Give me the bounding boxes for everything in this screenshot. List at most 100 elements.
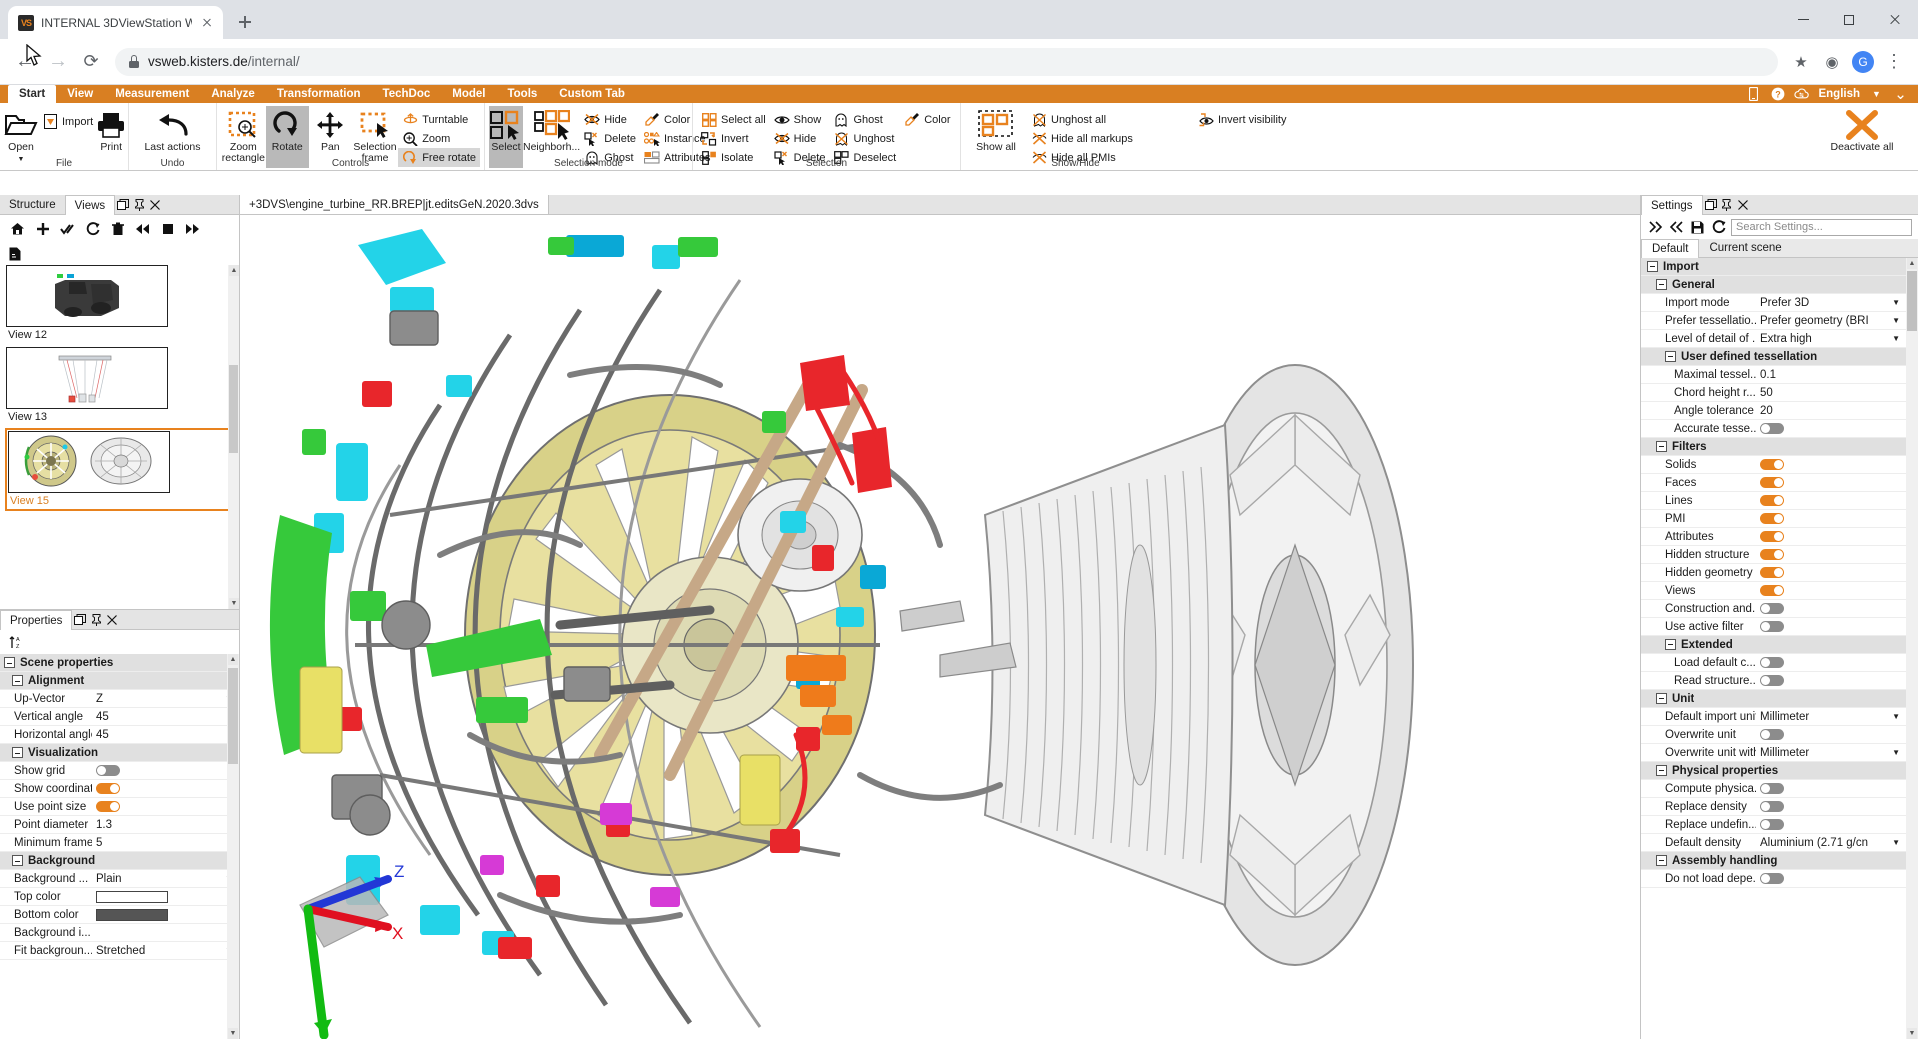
settings-group-row[interactable]: Unit <box>1641 690 1906 708</box>
tab-default[interactable]: Default <box>1641 239 1700 258</box>
prop-row-up-vector[interactable]: Up-Vector Z▼ <box>0 690 239 708</box>
prop-group[interactable]: Background <box>0 852 239 870</box>
collapse-icon[interactable] <box>1656 692 1667 704</box>
collapse-icon[interactable] <box>12 675 23 686</box>
settings-row[interactable]: Lines <box>1641 492 1906 510</box>
toggle-switch[interactable] <box>1760 549 1784 560</box>
help-icon[interactable]: ? <box>1770 87 1785 102</box>
toggle-switch[interactable] <box>1760 603 1784 614</box>
settings-row[interactable]: Solids <box>1641 456 1906 474</box>
settings-value[interactable] <box>1756 477 1906 488</box>
prop-value[interactable]: Plain▼ <box>92 873 239 885</box>
prop-value[interactable] <box>92 801 239 812</box>
pan-button[interactable]: Pan <box>309 106 352 153</box>
prop-group[interactable]: Scene properties <box>0 654 239 672</box>
settings-value[interactable]: 0.1 <box>1756 369 1906 381</box>
back-button[interactable]: ← <box>10 47 40 77</box>
prop-row-point-diameter[interactable]: Point diameter 1.3 <box>0 816 239 834</box>
selection-frame-button[interactable]: Selection frame <box>352 106 398 164</box>
tab-views[interactable]: Views <box>64 195 116 215</box>
settings-list[interactable]: Import General Import mode Prefer 3D ▼ Prefer… <box>1641 258 1918 1039</box>
prop-group[interactable]: Visualization <box>0 744 239 762</box>
prop-row-vertical-angle[interactable]: Vertical angle 45 <box>0 708 239 726</box>
properties-scrollbar[interactable]: ▲ ▼ <box>227 654 239 1039</box>
chevron-down-icon[interactable]: ▼ <box>1892 316 1900 325</box>
prop-value[interactable]: Z▼ <box>92 693 239 705</box>
collapse-icon[interactable] <box>4 657 15 668</box>
chrome-menu-icon[interactable]: ⋮ <box>1880 48 1908 76</box>
close-icon[interactable] <box>104 610 120 629</box>
settings-row[interactable]: Default density Aluminium (2.71 g/cn ▼ <box>1641 834 1906 852</box>
tab-settings[interactable]: Settings <box>1641 195 1703 215</box>
close-icon[interactable] <box>199 15 215 31</box>
collapse-all-icon[interactable] <box>1668 219 1685 236</box>
scroll-thumb[interactable] <box>228 668 238 764</box>
settings-row[interactable]: Level of detail of ... Extra high ▼ <box>1641 330 1906 348</box>
toggle-switch[interactable] <box>1760 729 1784 740</box>
toggle-switch[interactable] <box>1760 495 1784 506</box>
zoom-rectangle-button[interactable]: Zoom rectangle <box>221 106 266 164</box>
collapse-icon[interactable] <box>1656 764 1667 776</box>
settings-group-row[interactable]: Extended <box>1641 636 1906 654</box>
select-all-button[interactable]: Select all <box>697 110 770 129</box>
collapse-icon[interactable] <box>12 747 23 758</box>
prop-value[interactable]: 1.3 <box>92 819 239 831</box>
settings-value[interactable]: Aluminium (2.71 g/cn ▼ <box>1756 837 1906 849</box>
settings-value[interactable]: Millimeter ▼ <box>1756 711 1906 723</box>
bookmark-star-icon[interactable]: ★ <box>1787 48 1815 76</box>
close-icon[interactable] <box>147 195 163 214</box>
scroll-up-icon[interactable]: ▲ <box>1907 258 1917 269</box>
prop-row-show-coordinate[interactable]: Show coordinate... <box>0 780 239 798</box>
add-icon[interactable] <box>30 217 55 241</box>
ribbon-tab-view[interactable]: View <box>56 85 104 103</box>
import-button[interactable]: Import <box>38 112 97 131</box>
export-pdf-icon[interactable] <box>6 242 24 266</box>
scroll-down-icon[interactable]: ▼ <box>228 1028 238 1039</box>
toggle-switch[interactable] <box>1760 621 1784 632</box>
toggle-switch[interactable] <box>1760 657 1784 668</box>
settings-value[interactable] <box>1756 459 1906 470</box>
toggle-switch[interactable] <box>1760 675 1784 686</box>
settings-value[interactable]: 20 <box>1756 405 1906 417</box>
hide-button[interactable]: Hide <box>580 110 640 129</box>
settings-group-row[interactable]: Physical properties <box>1641 762 1906 780</box>
toggle-switch[interactable] <box>1760 513 1784 524</box>
prop-row-use-point-size[interactable]: Use point size <box>0 798 239 816</box>
prop-row-fit-background[interactable]: Fit backgroun... Stretched▼ <box>0 942 239 960</box>
toggle-switch[interactable] <box>96 765 120 776</box>
prop-row-top-color[interactable]: Top color <box>0 888 239 906</box>
settings-row[interactable]: Import mode Prefer 3D ▼ <box>1641 294 1906 312</box>
next-icon[interactable] <box>180 217 205 241</box>
settings-group-row[interactable]: User defined tessellation <box>1641 348 1906 366</box>
chevron-down-icon[interactable]: ▼ <box>1892 712 1900 721</box>
color-swatch-top[interactable] <box>96 890 168 903</box>
delete-icon[interactable] <box>105 217 130 241</box>
settings-row[interactable]: Overwrite unit with Millimeter ▼ <box>1641 744 1906 762</box>
prop-value[interactable]: Stretched▼ <box>92 945 239 957</box>
settings-value[interactable] <box>1756 621 1906 632</box>
settings-row[interactable]: Read structure... <box>1641 672 1906 690</box>
settings-row[interactable]: Load default c... <box>1641 654 1906 672</box>
pin-icon[interactable] <box>88 610 104 629</box>
forward-button[interactable]: → <box>43 47 73 77</box>
save-icon[interactable] <box>1689 219 1706 236</box>
undock-icon[interactable] <box>115 195 131 214</box>
views-list[interactable]: View 12 View 13 View 15 ▲ ▼ <box>0 265 239 609</box>
settings-value[interactable] <box>1756 495 1906 506</box>
ghost-selection-button[interactable]: Ghost <box>829 110 900 129</box>
prop-group[interactable]: Alignment <box>0 672 239 690</box>
settings-scrollbar[interactable]: ▲ ▼ <box>1906 258 1918 1039</box>
stop-icon[interactable] <box>155 217 180 241</box>
collapse-icon[interactable] <box>12 855 23 866</box>
settings-group-row[interactable]: General <box>1641 276 1906 294</box>
settings-row[interactable]: Hidden geometry <box>1641 564 1906 582</box>
extensions-icon[interactable]: ◉ <box>1818 48 1846 76</box>
unghost-button[interactable]: Unghost <box>829 129 900 148</box>
chevron-down-icon[interactable]: ▼ <box>1892 838 1900 847</box>
settings-row[interactable]: Views <box>1641 582 1906 600</box>
last-actions-button[interactable]: Last actions <box>133 106 212 153</box>
avatar[interactable]: G <box>1849 48 1877 76</box>
settings-row[interactable]: Replace undefin... <box>1641 816 1906 834</box>
toggle-switch[interactable] <box>1760 585 1784 596</box>
show-button[interactable]: Show <box>770 110 830 129</box>
